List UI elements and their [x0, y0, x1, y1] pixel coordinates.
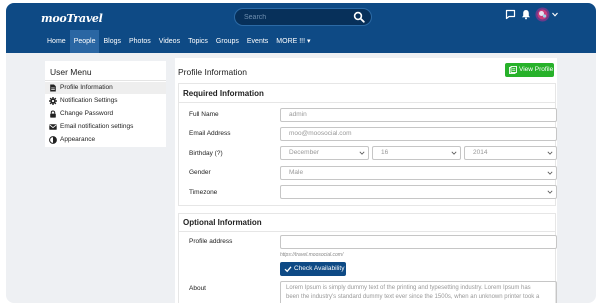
divider	[45, 80, 166, 81]
sidebar-item-label: Email notification settings	[60, 123, 134, 130]
gender-value: Male	[289, 169, 304, 176]
nav-videos[interactable]: Videos	[155, 30, 184, 53]
contrast-icon	[49, 136, 57, 144]
birthday-month-value: December	[289, 149, 319, 156]
profile-doc-icon	[50, 84, 56, 92]
about-line: been the industry's standard dummy text …	[286, 294, 540, 300]
sidebar-item-profile-information[interactable]: Profile Information	[45, 82, 166, 94]
check-icon	[284, 266, 292, 273]
check-availability-label: Check Availability	[294, 265, 345, 272]
timezone-label: Timezone	[189, 189, 218, 196]
lock-icon	[50, 110, 56, 118]
top-header: mooTravel Home People Blogs	[6, 3, 596, 53]
sidebar-item-label: Profile Information	[60, 84, 113, 91]
profile-address-label: Profile address	[189, 238, 233, 245]
chat-icon[interactable]	[505, 9, 516, 20]
nav-topics[interactable]: Topics	[184, 30, 212, 53]
sidebar-item-email-notification-settings[interactable]: Email notification settings	[45, 121, 166, 133]
email-label: Email Address	[189, 130, 231, 137]
user-menu-card: User Menu Profile Information Notificati…	[45, 61, 166, 147]
nav-people[interactable]: People	[69, 30, 100, 53]
email-field[interactable]: moo@moosocial.com	[280, 127, 557, 141]
section-title: Optional Information	[183, 218, 262, 227]
birthday-day-value: 16	[381, 149, 389, 156]
about-label: About	[189, 285, 206, 292]
gender-select[interactable]: Male	[280, 166, 557, 180]
envelope-icon	[49, 124, 57, 130]
chevron-down-icon	[547, 151, 553, 155]
chevron-down-icon	[359, 151, 365, 155]
check-availability-button[interactable]: Check Availability	[280, 262, 346, 276]
sidebar-item-notification-settings[interactable]: Notification Settings	[45, 95, 166, 107]
chevron-down-icon	[547, 171, 553, 175]
sidebar-item-label: Appearance	[60, 136, 96, 143]
sidebar-item-change-password[interactable]: Change Password	[45, 108, 166, 120]
gear-icon	[49, 97, 57, 105]
about-textarea[interactable]: Lorem Ipsum is simply dummy text of the …	[280, 281, 557, 303]
main-nav: Home People Blogs Photos Videos Topics G…	[43, 30, 315, 53]
sidebar-item-appearance[interactable]: Appearance	[45, 134, 166, 146]
birthday-year-value: 2014	[473, 149, 488, 156]
view-profile-button[interactable]: View Profile	[505, 63, 554, 77]
required-information-section: Required Information Full Name admin Ema…	[178, 83, 557, 206]
email-value: moo@moosocial.com	[289, 130, 352, 137]
gender-label: Gender	[189, 169, 211, 176]
birthday-year-select[interactable]: 2014	[464, 146, 557, 160]
avatar[interactable]	[535, 7, 550, 22]
user-menu-title: User Menu	[50, 67, 92, 77]
profile-card: Profile Information View Profile Require…	[175, 58, 557, 303]
full-name-field[interactable]: admin	[280, 108, 557, 122]
nav-home[interactable]: Home	[43, 30, 70, 53]
nav-events[interactable]: Events	[243, 30, 272, 53]
nav-photos[interactable]: Photos	[125, 30, 155, 53]
sidebar-item-label: Notification Settings	[60, 97, 118, 104]
full-name-label: Full Name	[189, 111, 219, 118]
profile-address-field[interactable]	[280, 235, 557, 249]
view-profile-icon	[509, 66, 517, 74]
optional-information-section: Optional Information Profile address htt…	[178, 213, 557, 303]
nav-groups[interactable]: Groups	[212, 30, 243, 53]
timezone-select[interactable]	[280, 185, 557, 199]
chevron-down-icon[interactable]	[552, 12, 558, 17]
sidebar-item-label: Change Password	[60, 110, 114, 117]
birthday-label: Birthday (?)	[189, 150, 223, 157]
search-input[interactable]	[244, 11, 344, 24]
divider	[179, 231, 555, 232]
birthday-month-select[interactable]: December	[280, 146, 369, 160]
about-line: Lorem Ipsum is simply dummy text of the …	[286, 285, 531, 291]
birthday-day-select[interactable]: 16	[372, 146, 461, 160]
nav-blogs[interactable]: Blogs	[99, 30, 125, 53]
chevron-down-icon	[451, 151, 457, 155]
section-title: Required Information	[183, 89, 264, 98]
nav-more[interactable]: MORE !!! ▾	[272, 30, 314, 53]
search-bar[interactable]	[234, 8, 372, 26]
full-name-value: admin	[289, 111, 307, 118]
site-logo[interactable]: mooTravel	[41, 12, 103, 25]
birthday-label-text: Birthday	[189, 150, 213, 157]
view-profile-label: View Profile	[519, 66, 554, 73]
search-icon[interactable]	[353, 11, 365, 23]
divider	[179, 102, 555, 103]
chevron-down-icon	[547, 190, 553, 194]
profile-address-hint: https://travel.moosocial.com/	[280, 252, 344, 258]
birthday-help-link[interactable]: (?)	[215, 150, 223, 157]
page-title: Profile Information	[178, 67, 247, 77]
bell-icon[interactable]	[521, 9, 531, 20]
browser-frame: mooTravel Home People Blogs	[6, 3, 596, 303]
